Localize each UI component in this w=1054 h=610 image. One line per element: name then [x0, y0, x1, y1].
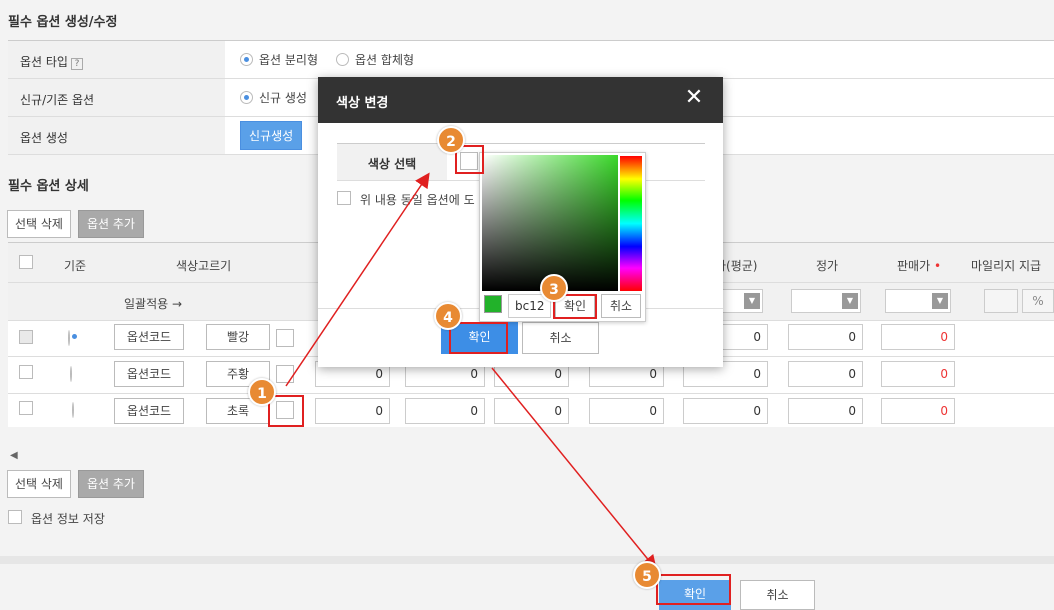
- step-badge-1: 1: [248, 378, 276, 406]
- arrow-1-to-2: [285, 172, 430, 387]
- step-badge-2: 2: [437, 126, 465, 154]
- arrow-4-to-5: [491, 367, 657, 571]
- highlight-modal-confirm: [449, 322, 508, 354]
- highlight-footer-confirm: [656, 574, 731, 605]
- annotation-arrows: [285, 172, 657, 571]
- step-badge-3: 3: [540, 274, 568, 302]
- step-badge-5: 5: [633, 561, 661, 589]
- step-badge-4: 4: [434, 302, 462, 330]
